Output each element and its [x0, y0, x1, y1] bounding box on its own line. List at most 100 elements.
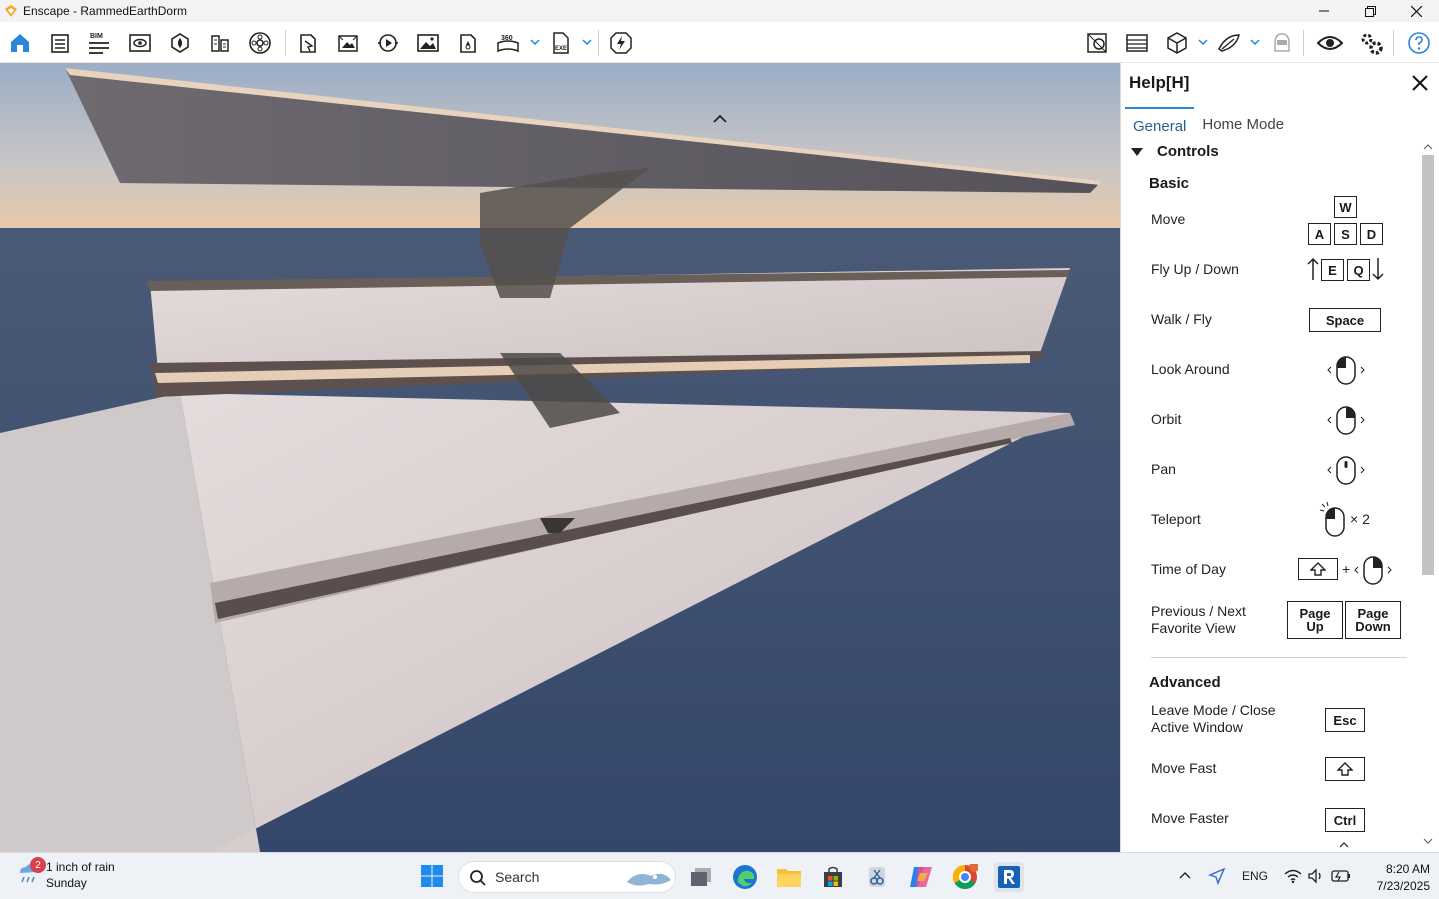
weather-line2: Sunday: [46, 876, 87, 890]
help-panel: Help[H] General Home Mode Controls Basic…: [1120, 63, 1439, 852]
scroll-more-icon[interactable]: [1339, 841, 1349, 849]
render-viewport[interactable]: [0, 63, 1120, 852]
site-context-icon: [1218, 34, 1240, 52]
vr-button[interactable]: [245, 28, 275, 58]
capture-button[interactable]: [333, 28, 363, 58]
visual-settings-button[interactable]: [1082, 28, 1112, 58]
wifi-icon[interactable]: [1284, 868, 1302, 884]
windows-start-icon[interactable]: [420, 864, 444, 888]
collapse-toolbar-icon[interactable]: [712, 113, 728, 125]
live-sync-button[interactable]: [606, 28, 636, 58]
controls-section-toggle[interactable]: Controls: [1131, 143, 1219, 160]
key-esc: Esc: [1325, 708, 1365, 732]
head-icon: [1274, 33, 1290, 52]
home-button[interactable]: [5, 28, 35, 58]
image-button[interactable]: [413, 28, 443, 58]
clock-time: 8:20 AM: [1385, 862, 1430, 876]
minimize-button[interactable]: [1301, 0, 1347, 22]
view-icon: [1317, 36, 1343, 50]
select-button[interactable]: [293, 28, 323, 58]
render-button[interactable]: [453, 28, 483, 58]
key-page-down: Page Down: [1345, 601, 1401, 639]
capture-icon: [338, 35, 358, 52]
taskbar-search[interactable]: Search: [458, 861, 676, 893]
live-sync-icon: [610, 32, 632, 54]
select-icon: [300, 34, 316, 53]
snipping-tool-button[interactable]: [862, 862, 892, 892]
location-icon[interactable]: [1208, 867, 1226, 885]
site-context-button[interactable]: [1214, 28, 1244, 58]
system-clock[interactable]: 8:20 AM 7/23/2025: [1370, 861, 1430, 895]
mouse-double-click-icon: [1319, 501, 1345, 537]
language-indicator[interactable]: ENG: [1242, 869, 1268, 883]
help-tabs: General Home Mode: [1125, 107, 1292, 137]
head-button[interactable]: [1267, 28, 1297, 58]
task-view-button[interactable]: [686, 862, 716, 892]
help-button[interactable]: [1404, 28, 1434, 58]
object-button[interactable]: [1162, 28, 1192, 58]
tab-general[interactable]: General: [1125, 107, 1195, 139]
atmosphere-button[interactable]: [1122, 28, 1152, 58]
chrome-icon: [952, 864, 978, 890]
key-space: Space: [1309, 308, 1381, 332]
weather-line1: 1 inch of rain: [46, 860, 115, 874]
scroll-down-icon[interactable]: [1423, 837, 1433, 845]
search-highlight-icon: [627, 873, 671, 886]
mouse-right-drag-icon: [1354, 556, 1392, 585]
site-context-dropdown[interactable]: [1249, 34, 1261, 50]
close-icon[interactable]: [1411, 74, 1429, 92]
scroll-thumb[interactable]: [1422, 155, 1434, 575]
key-a: A: [1308, 223, 1331, 245]
restore-button[interactable]: [1347, 0, 1393, 22]
export-dropdown[interactable]: [581, 34, 593, 50]
favorite-view-label: Previous / Next Favorite View: [1151, 603, 1246, 636]
help-scrollbar[interactable]: [1419, 143, 1437, 849]
store-button[interactable]: [818, 862, 848, 892]
file-explorer-button[interactable]: [774, 862, 804, 892]
close-window-button[interactable]: [1393, 0, 1439, 22]
revit-icon: [998, 866, 1020, 888]
copilot-button[interactable]: [906, 862, 936, 892]
bim-icon: BIM: [89, 33, 109, 54]
chevron-down-icon: [1198, 39, 1208, 45]
panorama-button[interactable]: 360: [493, 28, 523, 58]
window-title: Enscape - RammedEarthDorm: [23, 4, 188, 18]
weather-widget[interactable]: 2 1 inch of rain Sunday: [16, 857, 115, 891]
object-icon: [1167, 32, 1187, 54]
assets-button[interactable]: [45, 28, 75, 58]
revit-button[interactable]: [994, 862, 1024, 892]
battery-icon[interactable]: [1331, 869, 1351, 883]
bim-button[interactable]: BIM: [85, 28, 115, 58]
key-shift: [1325, 757, 1365, 781]
store-icon: [824, 866, 842, 887]
chrome-button[interactable]: [950, 862, 980, 892]
video-button[interactable]: [373, 28, 403, 58]
volume-icon[interactable]: [1307, 868, 1325, 884]
plus-sign: +: [1342, 561, 1351, 577]
edge-button[interactable]: [730, 862, 760, 892]
view-button[interactable]: [1315, 28, 1345, 58]
key-s: S: [1334, 223, 1357, 245]
mouse-left-drag-icon: [1327, 356, 1365, 385]
controls-heading: Controls: [1157, 143, 1219, 160]
teleport-label: Teleport: [1151, 511, 1201, 527]
views-button[interactable]: [125, 28, 155, 58]
assets-icon: [51, 34, 69, 53]
scroll-up-icon[interactable]: [1423, 143, 1433, 151]
chevron-down-icon: [1250, 39, 1260, 45]
panorama-dropdown[interactable]: [529, 34, 541, 50]
fly-up-down-label: Fly Up / Down: [1151, 261, 1239, 277]
move-fast-label: Move Fast: [1151, 760, 1217, 776]
mouse-middle-drag-icon: [1327, 456, 1365, 485]
tab-home-mode[interactable]: Home Mode: [1194, 107, 1292, 139]
object-dropdown[interactable]: [1197, 34, 1209, 50]
tray-overflow-icon[interactable]: [1179, 871, 1191, 879]
collaborate-button[interactable]: [205, 28, 235, 58]
materials-button[interactable]: [165, 28, 195, 58]
settings-button[interactable]: [1356, 28, 1386, 58]
export-button[interactable]: EXE: [546, 28, 576, 58]
teleport-count: × 2: [1350, 511, 1370, 527]
key-page-up: Page Up: [1287, 601, 1343, 639]
views-icon: [129, 34, 151, 52]
close-icon: [1410, 5, 1422, 17]
